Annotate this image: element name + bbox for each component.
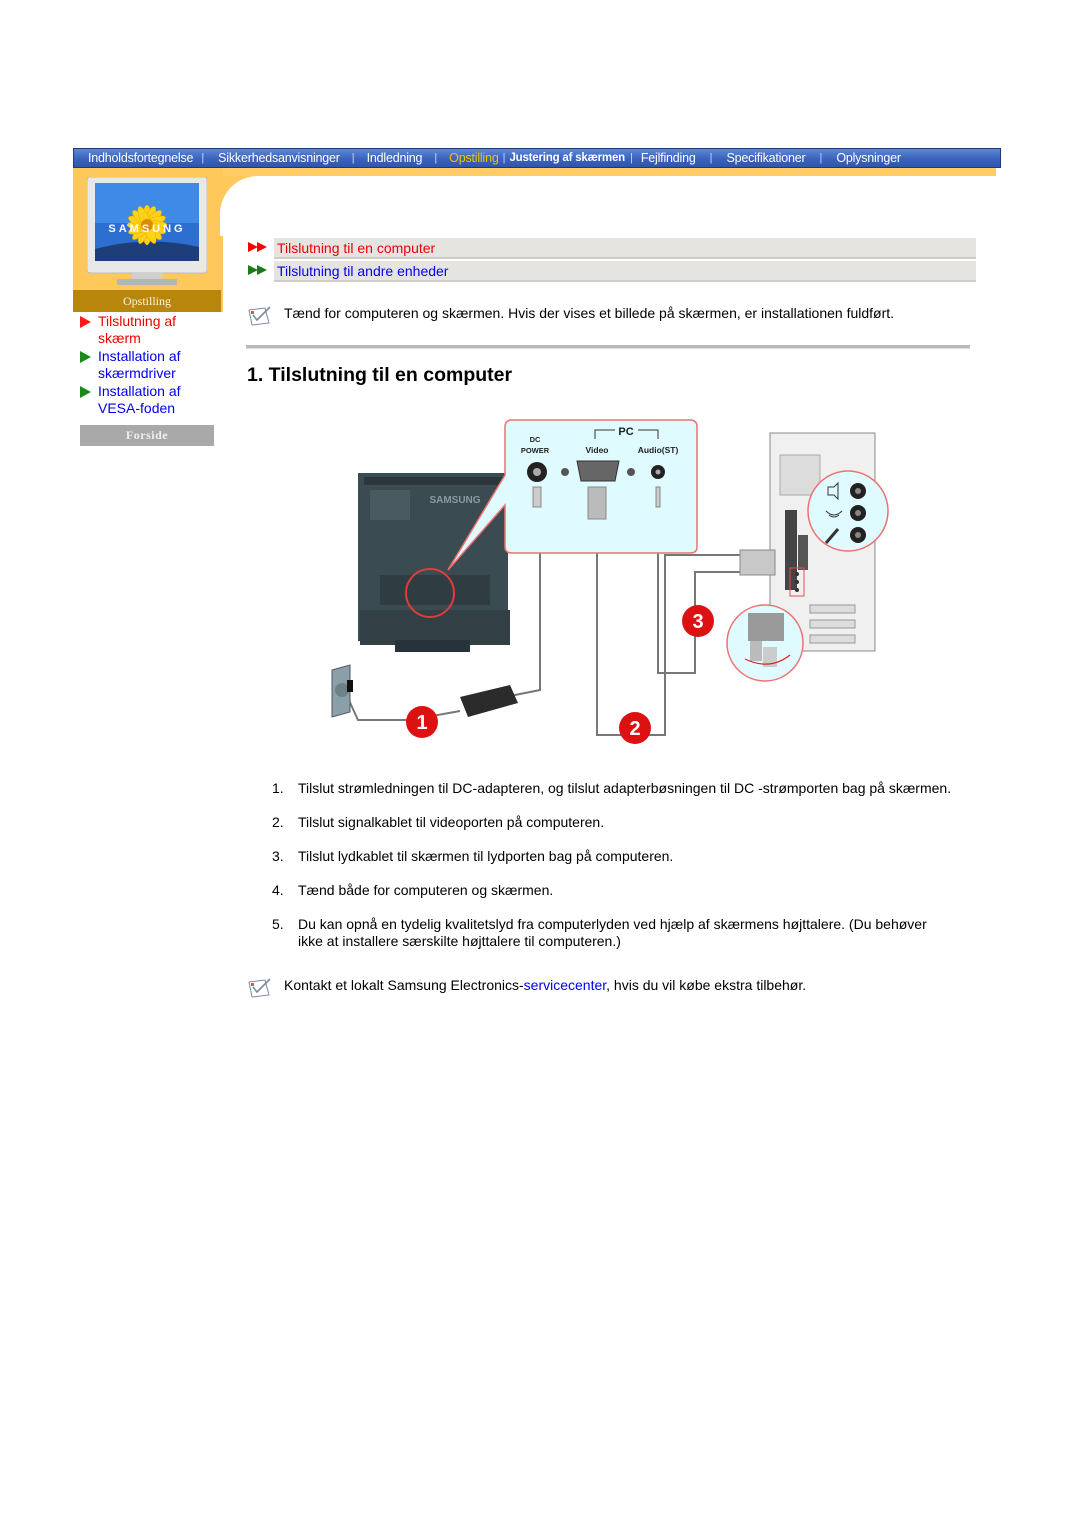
subnav-label: Tilslutning til andre enheder [274, 261, 976, 282]
monitor-brand-text: SAMSUNG [108, 223, 185, 235]
step-number: 3. [272, 848, 284, 864]
pc-group-label: PC [618, 426, 633, 438]
note-top-text: Tænd for computeren og skærmen. Hvis der… [284, 305, 895, 321]
note-pencil-icon [248, 978, 271, 998]
page-title: 1. Tilslutning til en computer [247, 364, 513, 386]
sidebar-item-installation-af-skaermdriver[interactable]: Installation af skærmdriver [80, 348, 220, 382]
step-text: Tilslut strømledningen til DC-adapteren,… [298, 780, 952, 796]
step-item: 3. Tilslut lydkablet til skærmen til lyd… [272, 848, 952, 865]
step-marker-1: 1 [406, 706, 438, 738]
nav-separator: | [709, 152, 713, 164]
nav-separator: | [629, 152, 633, 164]
subnav-tilslutning-til-en-computer[interactable]: Tilslutning til en computer [246, 238, 976, 259]
step-item: 2. Tilslut signalkablet til videoporten … [272, 814, 952, 831]
audio-label: Audio(ST) [638, 445, 679, 455]
dc-label: DC [530, 435, 541, 444]
sidebar-nav: Tilslutning af skærm Installation af skæ… [80, 313, 220, 418]
step-marker-2: 2 [619, 712, 651, 744]
step-text: Tilslut signalkablet til videoporten på … [298, 814, 605, 830]
nav-separator: | [502, 152, 506, 164]
step-text: Du kan opnå en tydelig kvalitetslyd fra … [298, 916, 927, 949]
marker-label: 1 [416, 712, 427, 734]
triangle-arrow-icon [80, 351, 91, 363]
step-text: Tilslut lydkablet til skærmen til lydpor… [298, 848, 674, 864]
sidebar-section-label: Opstilling [73, 290, 221, 312]
home-button[interactable]: Forside [80, 425, 214, 446]
nav-item-opstilling[interactable]: Opstilling [449, 151, 499, 165]
sidebar-item-label: Installation af VESA-foden [98, 383, 181, 416]
marker-label: 3 [692, 611, 703, 633]
section-divider [246, 345, 970, 349]
double-arrow-icon [246, 261, 274, 282]
nav-separator: | [434, 152, 438, 164]
sidebar-item-label: Tilslutning af skærm [98, 313, 177, 346]
nav-item-oplysninger[interactable]: Oplysninger [836, 151, 901, 165]
step-marker-3: 3 [682, 605, 714, 637]
subnav-tilslutning-til-andre-enheder[interactable]: Tilslutning til andre enheder [246, 261, 976, 282]
step-text: Tænd både for computeren og skærmen. [298, 882, 554, 898]
nav-item-indholdsfortegnelse[interactable]: Indholdsfortegnelse [88, 151, 194, 165]
double-arrow-icon [246, 238, 274, 259]
nav-separator: | [819, 152, 823, 164]
step-number: 4. [272, 882, 284, 898]
step-number: 5. [272, 916, 284, 932]
step-number: 1. [272, 780, 284, 796]
note-bottom: Kontakt et lokalt Samsung Electronics-se… [247, 977, 806, 999]
servicecenter-link[interactable]: servicecenter [524, 977, 606, 993]
monitor-illustration: SAMSUNG [87, 177, 207, 285]
nav-item-fejlfinding[interactable]: Fejlfinding [641, 151, 696, 165]
nav-separator: | [351, 152, 355, 164]
marker-label: 2 [629, 718, 640, 740]
content-corner-curve [220, 176, 1000, 236]
video-label: Video [586, 445, 609, 455]
steps-list: 1. Tilslut strømledningen til DC-adapter… [272, 780, 952, 950]
top-navigation-bar: Indholdsfortegnelse | Sikkerhedsanvisnin… [73, 148, 1001, 168]
step-number: 2. [272, 814, 284, 830]
note-bottom-text-before: Kontakt et lokalt Samsung Electronics- [284, 977, 524, 993]
connection-diagram: SAMSUNG PC DC POWER Video Audio(ST) 1 2 … [331, 419, 889, 744]
nav-item-justering[interactable]: Justering af skærmen [509, 152, 625, 164]
monitor-back-brand: SAMSUNG [429, 495, 480, 506]
subnav-label: Tilslutning til en computer [274, 238, 976, 259]
nav-separator: | [201, 152, 205, 164]
sidebar-item-tilslutning-af-skaerm[interactable]: Tilslutning af skærm [80, 313, 220, 347]
dc-adapter-illustration [460, 685, 518, 717]
power-outlet-illustration [331, 664, 353, 718]
triangle-arrow-icon [80, 386, 91, 398]
note-bottom-text-after: , hvis du vil købe ekstra tilbehør. [606, 977, 807, 993]
step-item: 1. Tilslut strømledningen til DC-adapter… [272, 780, 952, 797]
power-label: POWER [521, 446, 550, 455]
step-item: 4. Tænd både for computeren og skærmen. [272, 882, 952, 899]
monitor-back-illustration: SAMSUNG [358, 473, 510, 652]
nav-item-indledning[interactable]: Indledning [367, 151, 423, 165]
note-pencil-icon [248, 306, 271, 326]
sidebar-item-label: Installation af skærmdriver [98, 348, 181, 381]
triangle-arrow-icon [80, 316, 91, 328]
step-item: 5. Du kan opnå en tydelig kvalitetslyd f… [272, 916, 952, 950]
pc-tower-illustration [726, 432, 889, 682]
note-bottom-text: Kontakt et lokalt Samsung Electronics-se… [284, 977, 806, 993]
nav-item-sikkerhedsanvisninger[interactable]: Sikkerhedsanvisninger [218, 151, 340, 165]
nav-item-specifikationer[interactable]: Specifikationer [726, 151, 805, 165]
sidebar-item-installation-af-vesa-foden[interactable]: Installation af VESA-foden [80, 383, 220, 417]
note-top: Tænd for computeren og skærmen. Hvis der… [247, 305, 894, 327]
